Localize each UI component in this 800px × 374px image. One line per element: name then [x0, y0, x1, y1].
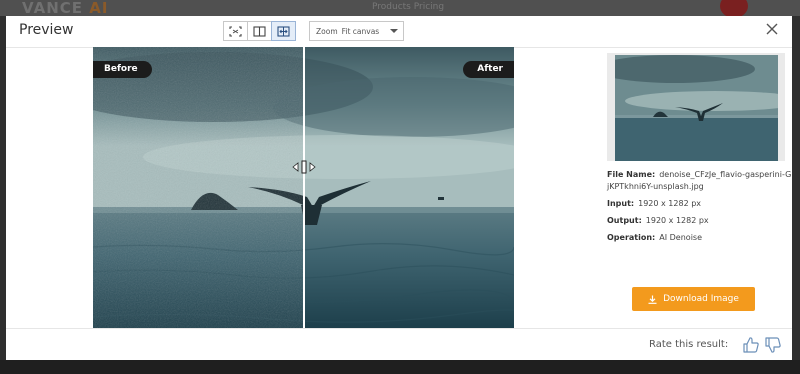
download-icon [648, 295, 657, 304]
preview-modal: Preview Zoom Fit canvas Before After Fil… [6, 16, 792, 360]
side-by-side-icon [253, 25, 266, 37]
thumbnail-image [615, 55, 778, 161]
close-button[interactable] [764, 21, 780, 37]
zoom-value: Fit canvas [341, 26, 380, 36]
thumbs-down-icon [765, 337, 781, 353]
result-thumbnail [607, 53, 785, 161]
download-label: Download Image [663, 294, 739, 304]
input-label: Input: [607, 199, 635, 208]
modal-title: Preview [19, 22, 74, 38]
slider-compare-button[interactable] [271, 21, 296, 41]
zoom-label: Zoom [316, 26, 338, 36]
operation-label: Operation: [607, 233, 656, 242]
zoom-select[interactable]: Zoom Fit canvas [309, 21, 404, 41]
after-badge: After [463, 61, 514, 78]
input-row: Input: 1920 x 1282 px [607, 198, 792, 210]
thumbs-up-icon [743, 337, 759, 353]
close-icon [766, 23, 778, 35]
operation-row: Operation: AI Denoise [607, 232, 792, 244]
thumbs-down-button[interactable] [764, 336, 782, 354]
fit-screen-icon [229, 25, 242, 37]
before-after-compare[interactable]: Before After [93, 47, 514, 328]
rate-label: Rate this result: [649, 339, 729, 350]
underlying-logo: VANCE AI [22, 0, 109, 17]
file-name-row: File Name: denoise_CFzJe_flavio-gasperini… [607, 169, 792, 193]
file-info-panel: File Name: denoise_CFzJe_flavio-gasperini… [607, 169, 792, 249]
drag-handle-icon [292, 160, 316, 174]
file-name-label: File Name: [607, 170, 656, 179]
slider-compare-icon [277, 25, 290, 37]
output-label: Output: [607, 216, 642, 225]
thumbs-up-button[interactable] [742, 336, 760, 354]
operation-value: AI Denoise [659, 233, 702, 242]
underlying-footer-strip [0, 360, 800, 374]
chevron-down-icon [390, 29, 398, 33]
footer-divider [6, 328, 792, 329]
output-value: 1920 x 1282 px [645, 216, 709, 225]
underlying-header: VANCE AI Products Pricing [0, 0, 800, 18]
underlying-nav: Products Pricing [372, 2, 445, 12]
side-by-side-button[interactable] [247, 21, 272, 41]
view-mode-toolbar [223, 21, 296, 41]
output-row: Output: 1920 x 1282 px [607, 215, 792, 227]
before-badge: Before [93, 61, 152, 78]
fit-screen-button[interactable] [223, 21, 248, 41]
download-image-button[interactable]: Download Image [632, 287, 755, 311]
compare-divider[interactable] [303, 47, 305, 328]
compare-handle[interactable] [292, 160, 316, 174]
input-value: 1920 x 1282 px [638, 199, 702, 208]
